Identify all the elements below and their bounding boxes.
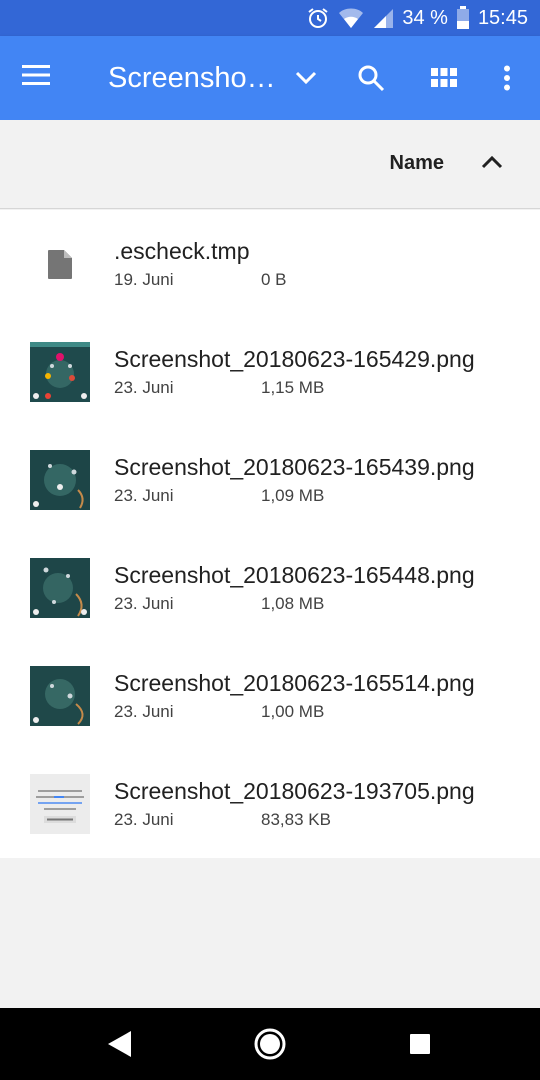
file-name: Screenshot_20180623-165429.png [114,346,475,372]
list-item[interactable]: Screenshot_20180623-165439.png 23. Juni … [0,426,540,534]
battery-icon [456,6,470,30]
wifi-icon [338,7,364,29]
arrow-up-icon[interactable] [480,150,508,178]
file-size: 1,00 MB [261,702,325,721]
image-thumbnail [30,450,90,510]
signal-icon [372,7,394,29]
file-date: 23. Juni [114,378,174,397]
status-bar: 34 % 15:45 [0,0,540,36]
image-thumbnail [30,666,90,726]
file-date: 23. Juni [114,702,174,721]
list-item[interactable]: .escheck.tmp 19. Juni 0 B [0,210,540,318]
recents-icon[interactable] [402,1026,438,1062]
file-size: 83,83 KB [261,810,331,829]
sort-by-name-button[interactable]: Name [390,152,444,175]
list-item[interactable]: Screenshot_20180623-165514.png 23. Juni … [0,642,540,750]
clock: 15:45 [477,6,528,29]
file-name: Screenshot_20180623-165514.png [114,670,475,696]
more-vert-icon[interactable] [489,60,525,96]
image-thumbnail [30,342,90,402]
home-icon[interactable] [252,1026,288,1062]
toolbar-title[interactable]: Screensho… [108,60,276,96]
chevron-down-icon[interactable] [288,60,324,96]
file-date: 23. Juni [114,810,174,829]
grid-view-icon[interactable] [426,60,462,96]
file-name: .escheck.tmp [114,238,250,264]
file-name: Screenshot_20180623-193705.png [114,778,475,804]
file-size: 0 B [261,270,287,289]
app-toolbar: Screensho… [0,36,540,120]
file-size: 1,09 MB [261,486,325,505]
battery-label: 34 % [402,6,448,29]
file-name: Screenshot_20180623-165448.png [114,562,475,588]
image-thumbnail [30,558,90,618]
file-date: 23. Juni [114,486,174,505]
file-icon [30,234,90,294]
list-item[interactable]: Screenshot_20180623-193705.png 23. Juni … [0,750,540,858]
search-icon[interactable] [353,60,389,96]
list-item[interactable]: Screenshot_20180623-165448.png 23. Juni … [0,534,540,642]
sort-header: Name [0,120,540,209]
file-date: 19. Juni [114,270,174,289]
file-size: 1,08 MB [261,594,325,613]
nav-bar [0,1008,540,1080]
image-thumbnail [30,774,90,834]
file-date: 23. Juni [114,594,174,613]
list-item[interactable]: Screenshot_20180623-165429.png 23. Juni … [0,318,540,426]
back-icon[interactable] [102,1026,138,1062]
alarm-icon [306,6,330,30]
file-list: .escheck.tmp 19. Juni 0 B Screenshot_201… [0,210,540,858]
file-size: 1,15 MB [261,378,325,397]
menu-icon[interactable] [22,64,62,94]
file-name: Screenshot_20180623-165439.png [114,454,475,480]
status-icons: 34 % 15:45 [306,0,528,36]
